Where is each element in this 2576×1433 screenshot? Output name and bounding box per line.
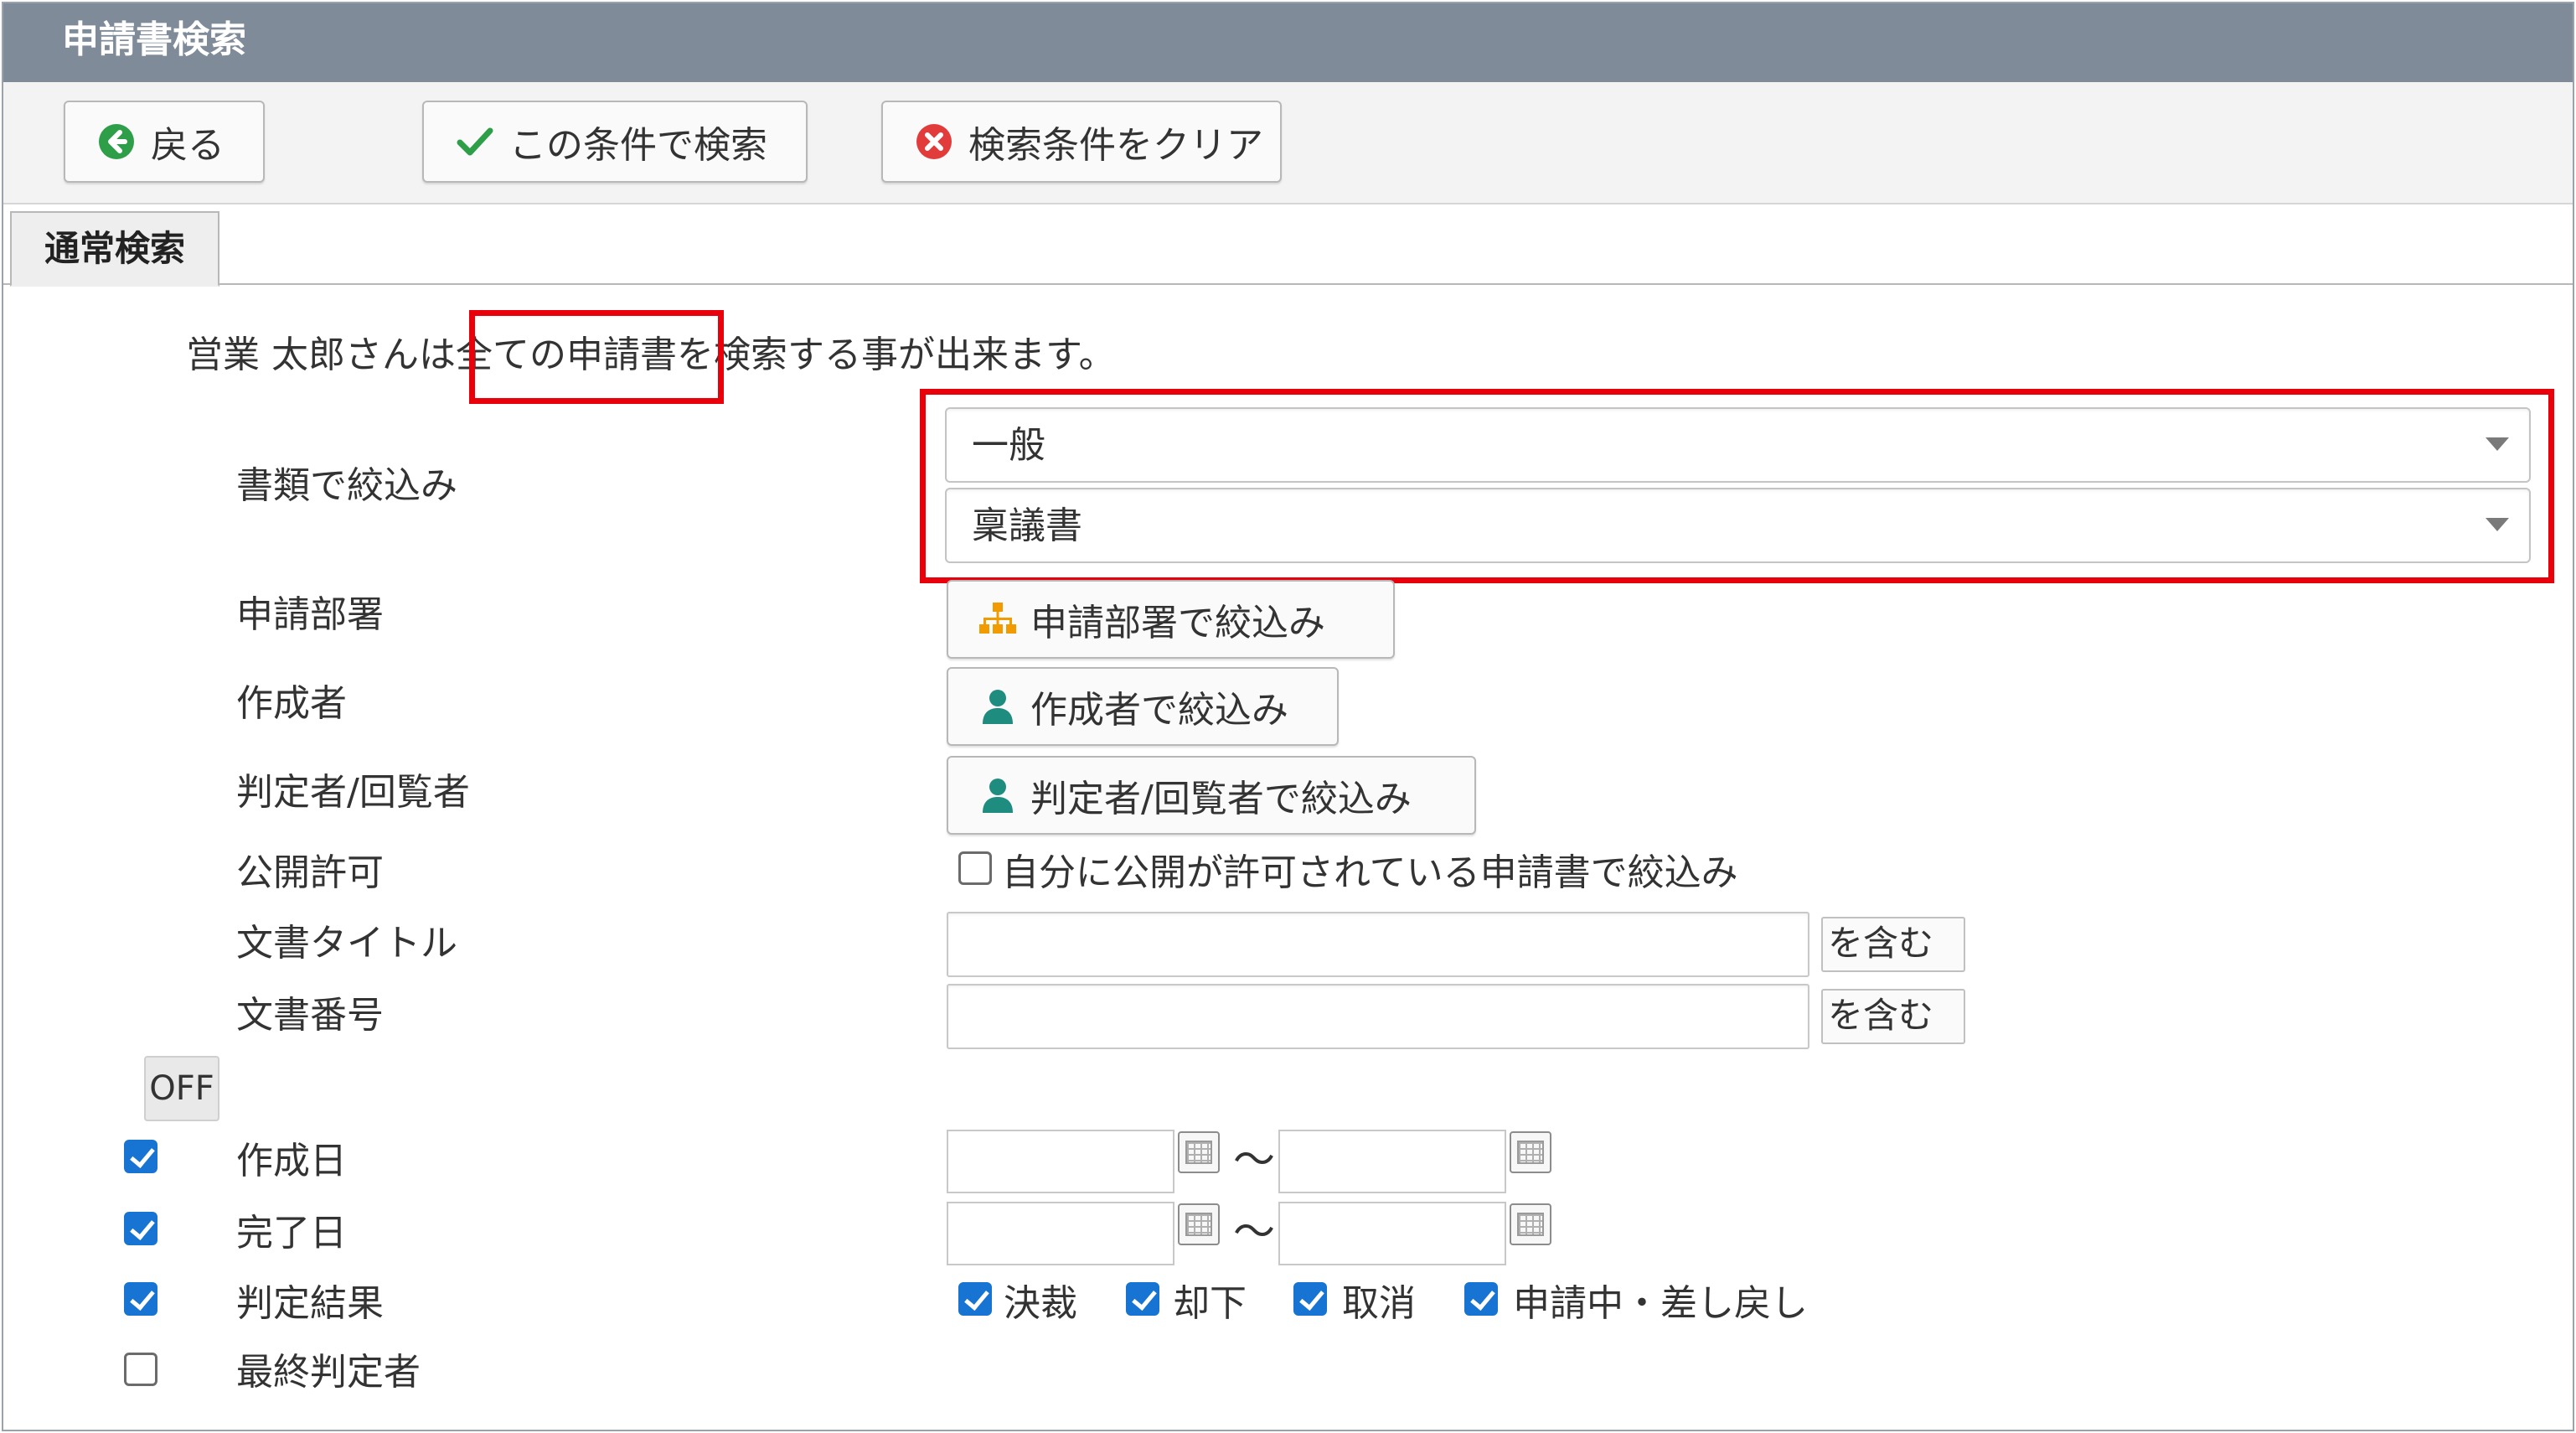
doc-type-label: 書類で絞込み — [236, 464, 457, 507]
public-label: 公開許可 — [236, 851, 384, 894]
window-title: 申請書検索 — [62, 18, 246, 61]
calendar-icon[interactable] — [1178, 1131, 1220, 1173]
completed-date-checkbox[interactable] — [124, 1212, 157, 1245]
search-button-label: この条件で検索 — [509, 124, 767, 167]
result-rejected-checkbox[interactable] — [1126, 1282, 1159, 1316]
doc-number-label: 文書番号 — [236, 994, 384, 1037]
author-label: 作成者 — [236, 682, 347, 725]
back-arrow-icon — [97, 122, 136, 161]
doc-title-input[interactable] — [947, 912, 1809, 977]
date-range-separator: ～ — [1233, 1208, 1275, 1256]
created-date-to-input[interactable] — [1278, 1130, 1506, 1193]
doc-title-label: 文書タイトル — [236, 922, 457, 965]
checkmark-icon — [456, 122, 494, 161]
tab-bar: 通常検索 — [3, 208, 2573, 287]
filter-author-label: 作成者で絞込み — [1030, 689, 1288, 732]
info-prefix: 営業 太郎さんは — [186, 334, 456, 376]
org-chart-icon — [978, 600, 1017, 639]
doc-number-contains-button[interactable]: を含む — [1821, 989, 1965, 1044]
result-cancelled-label: 取消 — [1342, 1282, 1416, 1325]
public-permission-checkbox-label: 自分に公開が許可されている申請書で絞込み — [1002, 851, 1738, 894]
doc-number-input[interactable] — [947, 984, 1809, 1049]
result-cancelled-checkbox[interactable] — [1293, 1282, 1327, 1316]
completed-date-from-input[interactable] — [947, 1202, 1174, 1265]
clear-x-icon — [915, 122, 953, 161]
filter-judge-label: 判定者/回覧者で絞込み — [1030, 778, 1412, 820]
created-date-from-input[interactable] — [947, 1130, 1174, 1193]
search-button[interactable]: この条件で検索 — [422, 101, 808, 183]
calendar-icon[interactable] — [1510, 1203, 1551, 1245]
filter-department-button[interactable]: 申請部署で絞込み — [947, 580, 1395, 659]
created-date-label: 作成日 — [236, 1140, 347, 1182]
result-rejected-label: 却下 — [1173, 1282, 1247, 1325]
doc-title-contains-button[interactable]: を含む — [1821, 917, 1965, 972]
judge-label: 判定者/回覧者 — [236, 771, 470, 814]
result-checkbox[interactable] — [124, 1282, 157, 1316]
info-suffix: を検索する事が出来ます。 — [677, 334, 1116, 376]
highlight-box-doc-type — [920, 389, 2554, 583]
date-range-separator: ～ — [1233, 1136, 1275, 1184]
calendar-icon[interactable] — [1510, 1131, 1551, 1173]
user-icon — [978, 687, 1017, 726]
created-date-checkbox[interactable] — [124, 1140, 157, 1173]
result-pending-label: 申請中・差し戻し — [1513, 1282, 1808, 1325]
final-judge-label: 最終判定者 — [236, 1351, 421, 1394]
result-pending-checkbox[interactable] — [1464, 1282, 1498, 1316]
search-window: 申請書検索 戻る この条件で検索 検索条件をクリア 通常検索 営業 太郎さんは全… — [2, 2, 2574, 1431]
filter-department-label: 申請部署で絞込み — [1030, 602, 1325, 644]
calendar-icon[interactable] — [1178, 1203, 1220, 1245]
result-approved-label: 決裁 — [1004, 1282, 1077, 1325]
completed-date-label: 完了日 — [236, 1212, 347, 1255]
advanced-toggle-button[interactable]: OFF — [144, 1056, 219, 1121]
clear-button-label: 検索条件をクリア — [968, 124, 1263, 167]
result-approved-checkbox[interactable] — [958, 1282, 992, 1316]
filter-author-button[interactable]: 作成者で絞込み — [947, 667, 1339, 746]
department-label: 申請部署 — [236, 593, 384, 636]
highlight-box-all-applications — [469, 310, 724, 404]
final-judge-checkbox[interactable] — [124, 1353, 157, 1386]
user-icon — [978, 776, 1017, 815]
public-permission-checkbox[interactable] — [958, 851, 992, 885]
completed-date-to-input[interactable] — [1278, 1202, 1506, 1265]
result-label: 判定結果 — [236, 1282, 384, 1325]
filter-judge-button[interactable]: 判定者/回覧者で絞込み — [947, 756, 1476, 835]
clear-conditions-button[interactable]: 検索条件をクリア — [881, 101, 1282, 183]
title-bar: 申請書検索 — [3, 3, 2573, 82]
back-button[interactable]: 戻る — [64, 101, 265, 183]
tab-normal-search[interactable]: 通常検索 — [10, 211, 219, 287]
toolbar: 戻る この条件で検索 検索条件をクリア — [3, 82, 2573, 204]
back-button-label: 戻る — [151, 124, 225, 167]
